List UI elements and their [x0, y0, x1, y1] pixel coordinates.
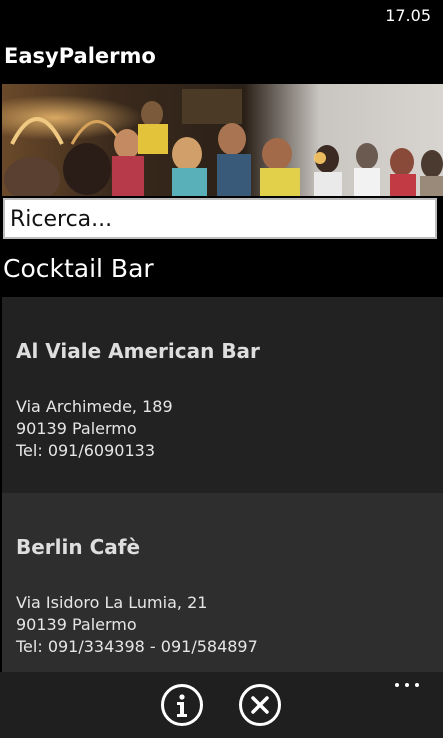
- section-title: Cocktail Bar: [3, 254, 154, 283]
- info-button[interactable]: [161, 684, 203, 726]
- status-time: 17.05: [385, 6, 431, 25]
- more-dot: [395, 683, 399, 687]
- listing-phone: Tel: 091/6090133: [16, 441, 156, 460]
- listing-phone: Tel: 091/334398 - 091/584897: [16, 637, 258, 656]
- close-icon: [251, 696, 269, 714]
- listing-city: 90139 Palermo: [16, 419, 137, 438]
- close-button[interactable]: [239, 684, 281, 726]
- banner-image: [2, 84, 443, 196]
- listing-name: Al Viale American Bar: [16, 339, 260, 363]
- banner-photo: [2, 84, 443, 196]
- listing-list[interactable]: Al Viale American Bar Via Archimede, 189…: [2, 297, 443, 672]
- listing-city: 90139 Palermo: [16, 615, 137, 634]
- listing-item[interactable]: Berlin Cafè Via Isidoro La Lumia, 21 901…: [2, 493, 443, 672]
- search-input[interactable]: [10, 203, 430, 235]
- listing-name: Berlin Cafè: [16, 535, 141, 559]
- more-options-button[interactable]: [393, 678, 421, 692]
- more-dot: [415, 683, 419, 687]
- status-bar: 17.05: [0, 0, 443, 32]
- listing-item[interactable]: Al Viale American Bar Via Archimede, 189…: [2, 297, 443, 493]
- info-icon: [177, 694, 187, 717]
- app-title: EasyPalermo: [4, 44, 156, 68]
- listing-address: Via Isidoro La Lumia, 21: [16, 593, 208, 612]
- listing-address: Via Archimede, 189: [16, 397, 173, 416]
- search-box[interactable]: [3, 198, 437, 239]
- more-dot: [405, 683, 409, 687]
- app-bar: [0, 672, 443, 738]
